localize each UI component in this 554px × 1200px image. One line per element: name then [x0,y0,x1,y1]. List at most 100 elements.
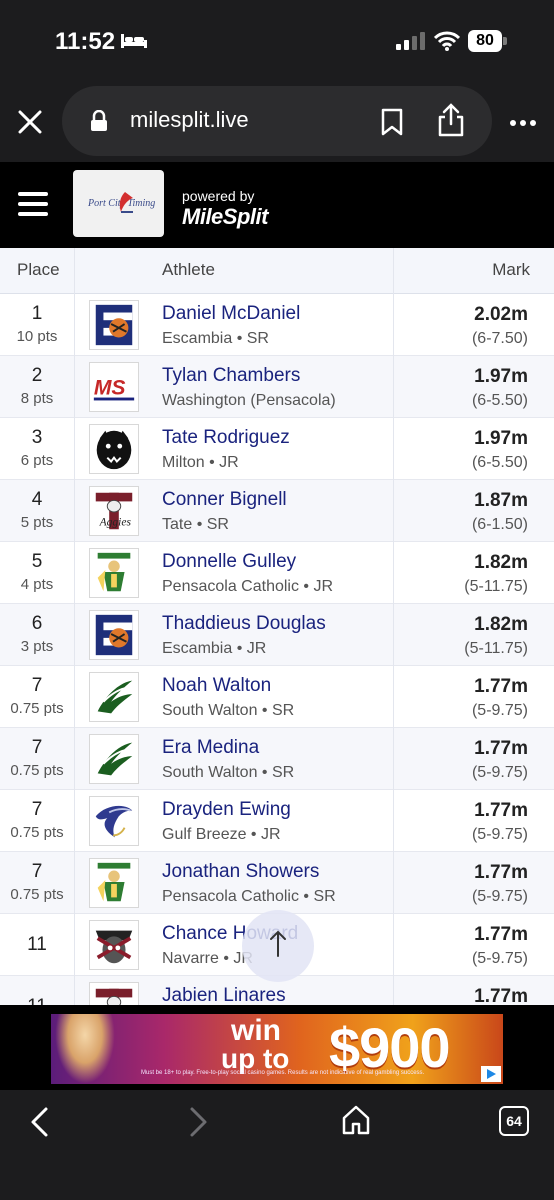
athlete-team: Navarre • JR [162,950,253,967]
athlete-team: Pensacola Catholic • SR [162,888,336,905]
tabs-count-button[interactable]: 64 [499,1106,529,1136]
table-row[interactable]: 7 0.75 pts Era Medina South Walton • SR 1.77… [0,728,554,790]
table-row[interactable]: 7 0.75 pts Noah Walton South Walton • SR 1.7… [0,666,554,728]
points-value: 6 pts [20,452,54,469]
column-header-mark[interactable]: Mark [492,260,530,280]
place-number: 7 [31,675,43,696]
status-bar: 11:52 80 [0,0,554,80]
table-row[interactable]: 7 0.75 pts Jonathan Showers Pensacola Catho… [0,852,554,914]
mark-metric: 1.77m [474,986,528,1005]
athlete-name-link[interactable]: Noah Walton [162,675,271,697]
place-number: 11 [27,934,47,955]
athlete-team: Tate • SR [162,516,229,533]
powered-by-label: powered by [182,188,255,204]
milesplit-logo[interactable]: MileSplit [182,204,268,230]
column-divider [74,248,75,1005]
battery-tip [503,37,507,45]
table-row[interactable]: 4 5 pts Aggies Conner Bignell Tate • SR 1.87m… [0,480,554,542]
mark-metric: 1.82m [474,552,528,573]
athlete-team: Milton • JR [162,454,239,471]
column-header-athlete[interactable]: Athlete [162,260,215,280]
bookmark-icon[interactable] [380,108,404,136]
svg-text:Aggies: Aggies [99,516,132,528]
clock-time: 11:52 [55,28,116,55]
mark-metric: 1.77m [474,800,528,821]
table-row[interactable]: 7 0.75 pts Drayden Ewing Gulf Breeze • JR 1.… [0,790,554,852]
place-number: 4 [31,489,43,510]
athlete-name-link[interactable]: Donnelle Gulley [162,551,296,573]
browser-address-bar: milesplit.live [0,80,554,162]
scroll-to-top-button[interactable] [242,910,314,982]
points-value: 4 pts [20,576,54,593]
tate-aggies-logo: Aggies [89,486,139,536]
athlete-team: Escambia • JR [162,640,267,657]
forward-arrow-icon[interactable] [186,1106,210,1138]
athlete-name-link[interactable]: Jabien Linares [162,985,286,1005]
mark-metric: 1.77m [474,862,528,883]
casino-ad-banner[interactable]: win up to $900 Must be 18+ to play. Free… [51,1014,503,1084]
mark-metric: 1.77m [474,738,528,759]
table-row[interactable]: 5 4 pts Donnelle Gulley Pensacola Catholic … [0,542,554,604]
column-header-place[interactable]: Place [17,260,60,280]
url-text: milesplit.live [130,107,249,132]
gulf-breeze-dolphin-logo [89,796,139,846]
points-value: 0.75 pts [10,762,64,779]
mark-imperial: (6-5.50) [471,392,528,409]
lock-icon [91,110,107,131]
mark-imperial: (5-11.75) [464,578,528,595]
athlete-team: Washington (Pensacola) [162,392,336,409]
browser-toolbar: 64 [0,1090,554,1200]
points-value: 8 pts [20,390,54,407]
back-arrow-icon[interactable] [28,1106,52,1138]
place-number: 5 [31,551,43,572]
athlete-team: South Walton • SR [162,702,295,719]
place-number: 1 [31,303,43,324]
athlete-name-link[interactable]: Drayden Ewing [162,799,291,821]
mark-imperial: (5-11.75) [464,640,528,657]
arrow-up-icon [270,930,286,957]
results-table: Place Athlete Mark 1 10 pts Daniel McDanie… [0,248,554,1005]
sleep-bed-icon [121,34,147,48]
mark-imperial: (6-5.50) [471,454,528,471]
points-value: 0.75 pts [10,824,64,841]
athlete-name-link[interactable]: Daniel McDaniel [162,303,300,325]
mark-metric: 1.77m [474,676,528,697]
escambia-logo [89,610,139,660]
milton-panther-logo [89,424,139,474]
mark-metric: 1.87m [474,490,528,511]
mark-metric: 1.77m [474,924,528,945]
athlete-name-link[interactable]: Thaddieus Douglas [162,613,326,635]
battery-icon: 80 [468,30,508,52]
table-row[interactable]: 3 6 pts Tate Rodriguez Milton • JR 1.97m (6-5… [0,418,554,480]
washington-logo: MS [89,362,139,412]
points-value: 5 pts [20,514,54,531]
table-header: Place Athlete Mark [0,248,554,294]
ad-choices-icon[interactable] [481,1066,501,1082]
home-icon[interactable] [340,1104,372,1136]
table-row[interactable]: 6 3 pts Thaddieus Douglas Escambia • JR 1.82… [0,604,554,666]
close-icon[interactable] [16,108,44,136]
place-number: 2 [31,365,43,386]
ad-amount-text: $900 [329,1016,451,1079]
mark-imperial: (5-9.75) [471,764,528,781]
url-field[interactable]: milesplit.live [62,86,492,156]
athlete-name-link[interactable]: Era Medina [162,737,259,759]
athlete-name-link[interactable]: Conner Bignell [162,489,287,511]
share-icon[interactable] [436,102,466,138]
table-row[interactable]: 1 10 pts Daniel McDaniel Escambia • SR 2.02m… [0,294,554,356]
athlete-team: Escambia • SR [162,330,269,347]
athlete-name-link[interactable]: Tate Rodriguez [162,427,290,449]
site-header: Port City Timing powered by MileSplit [0,162,554,248]
athlete-name-link[interactable]: Jonathan Showers [162,861,319,883]
more-options-icon[interactable] [508,110,538,136]
wifi-icon [434,31,460,51]
port-city-timing-logo[interactable]: Port City Timing [73,170,164,237]
sail-logo-icon [119,192,133,213]
hamburger-menu-icon[interactable] [18,192,50,216]
table-row[interactable]: 2 8 pts MS Tylan Chambers Washington (Pensac… [0,356,554,418]
athlete-team: Pensacola Catholic • JR [162,578,334,595]
mark-imperial: (6-1.50) [471,516,528,533]
athlete-name-link[interactable]: Tylan Chambers [162,365,300,387]
ad-person-image [55,1014,115,1084]
place-number: 11 [0,996,74,1005]
